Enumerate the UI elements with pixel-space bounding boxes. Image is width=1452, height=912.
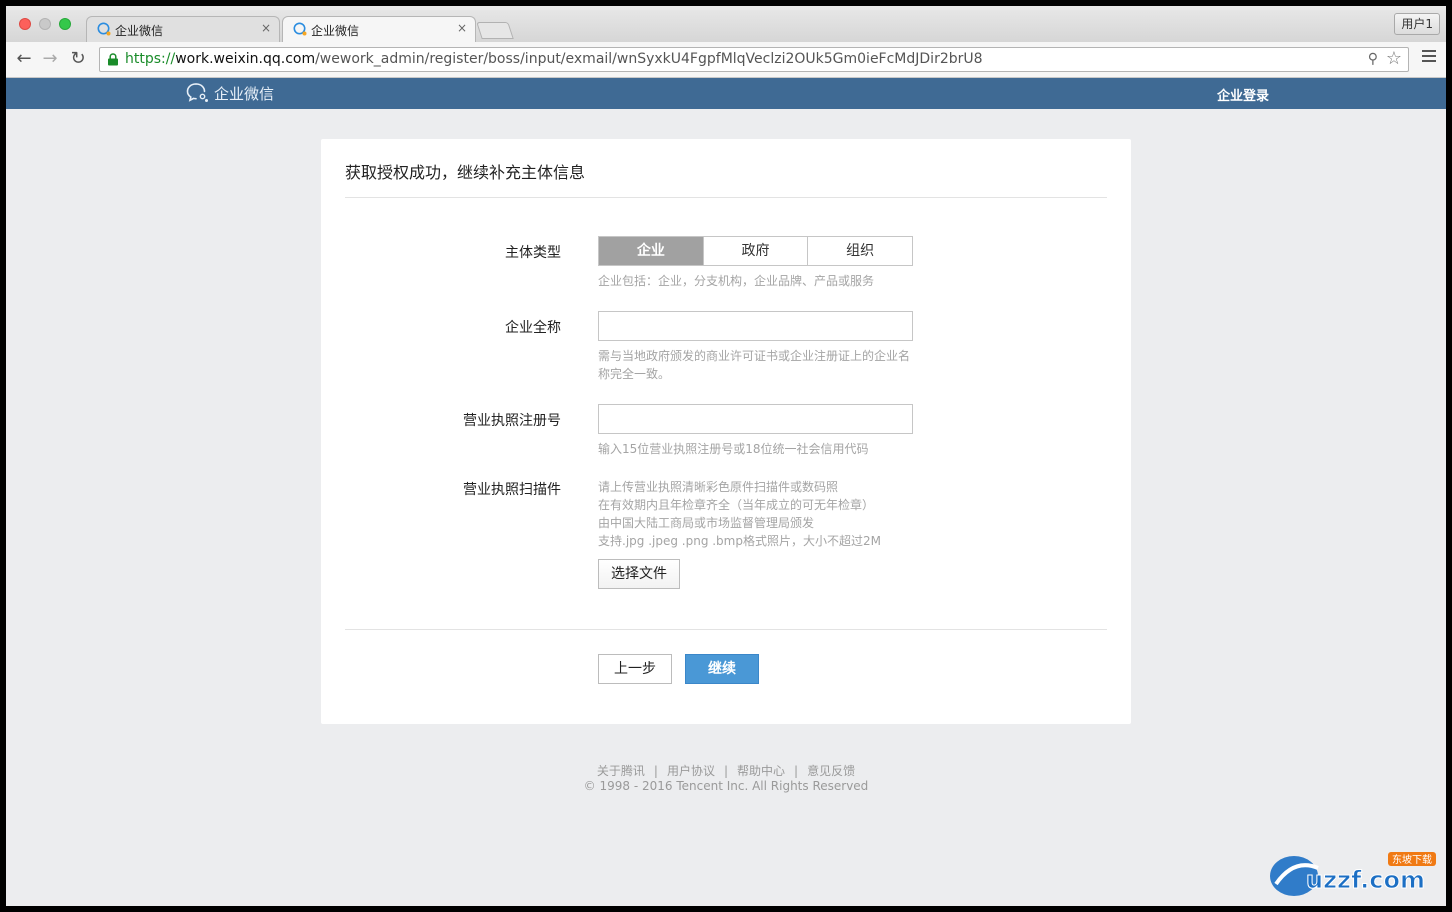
lock-icon [108,53,118,66]
full-name-input[interactable] [598,311,913,341]
close-window-button[interactable] [19,18,31,30]
license-scan-hint-4: 支持.jpg .jpeg .png .bmp格式照片，大小不超过2M [598,534,881,548]
wework-logo-icon [97,22,111,36]
entity-type-option-organization[interactable]: 组织 [807,237,913,265]
hamburger-menu-icon[interactable] [1422,50,1436,64]
tab-2-title: 企业微信 [311,24,360,38]
logo-text: 企业微信 [214,84,275,103]
license-number-label: 营业执照注册号 [463,413,561,429]
site-header: 企业微信 企业登录 [6,78,1446,109]
page-title: 获取授权成功，继续补充主体信息 [345,163,586,182]
url-path: /wework_admin/register/boss/input/exmail… [315,51,983,67]
footer-separator: | [653,764,658,778]
previous-step-button[interactable]: 上一步 [598,654,672,684]
tab-1[interactable]: 企业微信 × [86,16,280,42]
browser-window: 企业微信 × 企业微信 × 用户1 ← → ↻ https://work.wei… [6,6,1446,906]
license-scan-hint-2: 在有效期内且年检章齐全（当年成立的可无年检章） [598,498,875,512]
site-logo[interactable]: 企业微信 [186,82,274,104]
arrow-left-icon[interactable]: ← [14,50,34,70]
wework-logo-icon [293,22,307,36]
svg-text:东坡下载: 东坡下载 [1392,853,1432,866]
tab-2-close-icon[interactable]: × [457,21,467,35]
footer-link-agreement[interactable]: 用户协议 [667,764,715,778]
url-text: https://work.weixin.qq.com/wework_admin/… [125,51,983,67]
form-card: 获取授权成功，继续补充主体信息 主体类型 企业 政府 组织 企业包括：企业，分支… [321,139,1131,724]
svg-text:uzzf.com: uzzf.com [1306,866,1425,894]
entity-type-hint: 企业包括：企业，分支机构，企业品牌、产品或服务 [598,274,875,288]
tab-1-close-icon[interactable]: × [261,21,271,35]
uzzf-watermark-logo: uzzf.com 东坡下载 [1270,852,1436,896]
wework-logo-icon [186,83,208,102]
footer-links: 关于腾讯 | 用户协议 | 帮助中心 | 意见反馈 [6,762,1446,779]
reload-icon[interactable]: ↻ [68,50,88,70]
divider [345,629,1107,630]
entity-type-label: 主体类型 [505,245,561,261]
full-name-hint: 需与当地政府颁发的商业许可证书或企业注册证上的企业名称完全一致。 [598,349,911,381]
tab-1-title: 企业微信 [115,24,164,38]
footer-separator: | [794,764,799,778]
entity-type-option-government[interactable]: 政府 [702,237,808,265]
key-icon[interactable]: ⚲ [1368,51,1378,67]
license-scan-hint-3: 由中国大陆工商局或市场监督管理局颁发 [598,516,815,530]
license-number-input[interactable] [598,404,913,434]
footer-link-feedback[interactable]: 意见反馈 [807,764,855,778]
profile-button[interactable]: 用户1 [1394,13,1440,35]
star-icon[interactable]: ☆ [1386,48,1402,69]
maximize-window-button[interactable] [59,18,71,30]
license-number-hint: 输入15位营业执照注册号或18位统一社会信用代码 [598,442,869,456]
copyright: © 1998 - 2016 Tencent Inc. All Rights Re… [583,779,869,793]
footer-separator: | [723,764,729,778]
minimize-window-button[interactable] [39,18,51,30]
divider [345,197,1107,198]
url-scheme: https:// [125,51,176,67]
footer-link-help[interactable]: 帮助中心 [737,764,785,778]
url-host: work.weixin.qq.com [175,51,316,67]
license-scan-hint-1: 请上传营业执照清晰彩色原件扫描件或数码照 [598,480,839,494]
license-scan-label: 营业执照扫描件 [463,482,561,498]
entity-type-selector: 企业 政府 组织 [598,236,913,266]
arrow-right-icon[interactable]: → [40,50,60,70]
enterprise-login-link[interactable]: 企业登录 [1217,85,1269,104]
footer-link-about[interactable]: 关于腾讯 [597,764,645,778]
browser-toolbar: ← → ↻ https://work.weixin.qq.com/wework_… [6,42,1446,78]
continue-button[interactable]: 继续 [685,654,759,684]
address-bar[interactable]: https://work.weixin.qq.com/wework_admin/… [99,47,1409,72]
full-name-label: 企业全称 [505,320,561,336]
entity-type-option-enterprise[interactable]: 企业 [599,237,703,265]
tab-2[interactable]: 企业微信 × [282,16,476,42]
choose-file-button[interactable]: 选择文件 [598,559,680,589]
new-tab-button[interactable] [476,22,514,39]
tab-strip: 企业微信 × 企业微信 × 用户1 [6,6,1446,42]
